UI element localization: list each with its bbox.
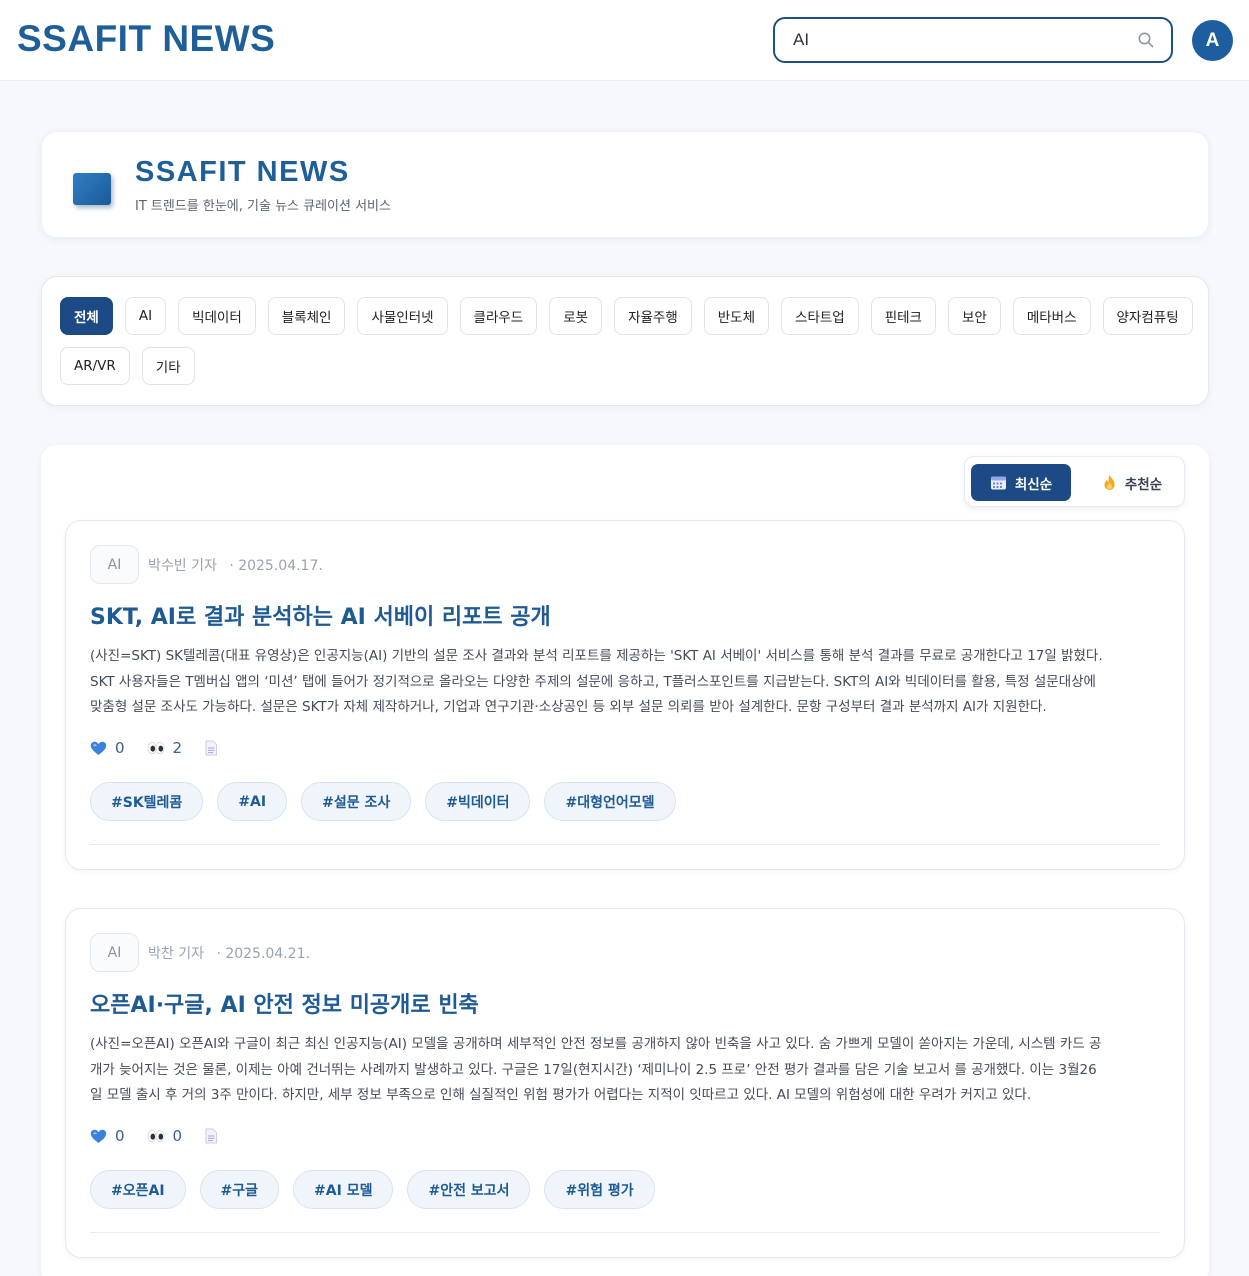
category-chip-semiconductor[interactable]: 반도체 (703, 297, 770, 335)
article-meta: 박수빈 기자 · 2025.04.17. (148, 555, 323, 575)
category-chip-list: 전체 AI 빅데이터 블록체인 사물인터넷 클라우드 로봇 자율주행 반도체 스… (60, 297, 1195, 385)
category-chip-fintech[interactable]: 핀테크 (870, 297, 936, 335)
article-title[interactable]: 오픈AI·구글, AI 안전 정보 미공개로 빈축 (90, 987, 479, 1019)
tag-chip[interactable]: #AI (217, 782, 288, 821)
article-divider (90, 844, 1160, 845)
search-icon[interactable] (1137, 31, 1155, 49)
article-category-badge: AI (90, 545, 139, 584)
hero-subtitle: IT 트렌드를 한눈에, 기술 뉴스 큐레이션 서비스 (135, 199, 391, 214)
hero-title: SSAFIT NEWS (135, 156, 350, 188)
tag-chip[interactable]: #AI 모델 (293, 1170, 394, 1209)
article-stats: 0 0 (90, 1127, 240, 1145)
fire-icon (1104, 475, 1115, 490)
article-author: 박수빈 기자 (148, 558, 217, 574)
category-chip-autonomous[interactable]: 자율주행 (614, 297, 692, 335)
eyes-icon (147, 742, 164, 754)
category-chip-arvr[interactable]: AR/VR (60, 347, 130, 385)
sort-latest-label: 최신순 (1014, 476, 1053, 493)
category-chip-blockchain[interactable]: 블록체인 (267, 297, 346, 335)
article-author: 박찬 기자 (148, 946, 204, 962)
category-chip-all[interactable]: 전체 (60, 297, 113, 335)
calendar-icon (990, 476, 1006, 490)
sort-latest-button[interactable]: 최신순 (971, 464, 1071, 501)
article-card[interactable]: AI 박찬 기자 · 2025.04.21. 오픈AI·구글, AI 안전 정보… (65, 908, 1185, 1258)
article-summary: (사진=오픈AI) 오픈AI와 구글이 최근 최신 인공지능(AI) 모델을 공… (90, 1036, 1102, 1103)
category-chip-iot[interactable]: 사물인터넷 (357, 297, 448, 335)
article-tags: #SK텔레콤 #AI #설문 조사 #빅데이터 #대형언어모델 (90, 782, 676, 821)
like-count[interactable]: 0 (90, 1127, 125, 1145)
article-category-badge: AI (90, 933, 139, 972)
category-chip-etc[interactable]: 기타 (141, 347, 195, 385)
category-chip-cloud[interactable]: 클라우드 (459, 297, 538, 335)
tag-chip[interactable]: #위험 평가 (544, 1170, 655, 1209)
article-divider (90, 1232, 1160, 1233)
article-stats: 0 2 (90, 739, 240, 757)
category-chip-bigdata[interactable]: 빅데이터 (178, 297, 256, 335)
blue-heart-icon (90, 1129, 107, 1143)
article-date: · 2025.04.17. (229, 558, 323, 574)
category-chip-robot[interactable]: 로봇 (549, 297, 603, 335)
article-list-panel: 최신순 추천순 AI 박수빈 기자 · 2025.04.17. SKT, AI로… (41, 445, 1209, 1276)
newspaper-logo-icon (73, 173, 111, 205)
blue-heart-icon (90, 741, 107, 755)
like-count-value: 0 (115, 739, 125, 757)
tag-chip[interactable]: #안전 보고서 (407, 1170, 531, 1209)
like-count-value: 0 (115, 1127, 125, 1145)
tag-chip[interactable]: #SK텔레콤 (90, 782, 204, 821)
category-chip-quantum[interactable]: 양자컴퓨팅 (1102, 297, 1193, 335)
document-stat[interactable] (204, 740, 218, 756)
like-count[interactable]: 0 (90, 739, 125, 757)
article-card[interactable]: AI 박수빈 기자 · 2025.04.17. SKT, AI로 결과 분석하는… (65, 520, 1185, 870)
eyes-icon (147, 1130, 164, 1142)
tag-chip[interactable]: #구글 (199, 1170, 280, 1209)
view-count-value: 0 (172, 1127, 183, 1145)
view-count-value: 2 (172, 739, 183, 757)
category-chip-ai[interactable]: AI (124, 297, 167, 335)
search-input[interactable] (793, 29, 1123, 51)
category-chip-metaverse[interactable]: 메타버스 (1012, 297, 1091, 335)
search-box[interactable] (773, 17, 1173, 63)
document-stat[interactable] (204, 1128, 218, 1144)
sort-recommend-button[interactable]: 추천순 (1085, 464, 1179, 501)
view-count: 2 (147, 739, 183, 757)
tag-chip[interactable]: #설문 조사 (301, 782, 412, 821)
hero-banner: SSAFIT NEWS IT 트렌드를 한눈에, 기술 뉴스 큐레이션 서비스 (41, 131, 1209, 238)
sort-toggle: 최신순 추천순 (964, 456, 1185, 507)
document-icon (205, 740, 217, 756)
avatar[interactable]: A (1192, 20, 1233, 61)
article-title[interactable]: SKT, AI로 결과 분석하는 AI 서베이 리포트 공개 (90, 599, 551, 631)
view-count: 0 (147, 1127, 183, 1145)
tag-chip[interactable]: #오픈AI (90, 1170, 186, 1209)
top-header: SSAFIT NEWS A (0, 0, 1249, 81)
tag-chip[interactable]: #대형언어모델 (544, 782, 676, 821)
document-icon (205, 1128, 217, 1144)
tag-chip[interactable]: #빅데이터 (425, 782, 531, 821)
article-tags: #오픈AI #구글 #AI 모델 #안전 보고서 #위험 평가 (90, 1170, 655, 1209)
sort-recommend-label: 추천순 (1124, 476, 1163, 493)
category-chip-security[interactable]: 보안 (947, 297, 1001, 335)
category-chip-startup[interactable]: 스타트업 (781, 297, 859, 335)
category-filter-panel: 전체 AI 빅데이터 블록체인 사물인터넷 클라우드 로봇 자율주행 반도체 스… (41, 276, 1209, 406)
brand-logo-text[interactable]: SSAFIT NEWS (17, 18, 275, 60)
article-meta: 박찬 기자 · 2025.04.21. (148, 943, 310, 963)
article-date: · 2025.04.21. (216, 946, 310, 962)
article-summary: (사진=SKT) SK텔레콤(대표 유영상)은 인공지능(AI) 기반의 설문 … (90, 648, 1103, 715)
